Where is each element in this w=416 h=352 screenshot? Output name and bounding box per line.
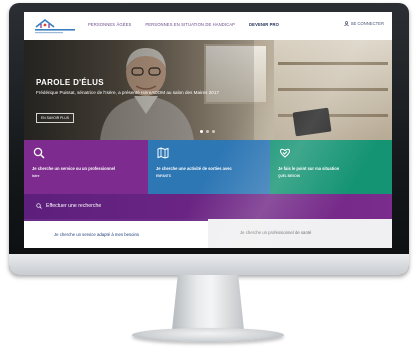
carousel-dot[interactable] <box>206 130 209 133</box>
tile-assess-situation[interactable]: Je fais le point sur ma situation QUEL BE… <box>270 140 392 194</box>
carousel-dot[interactable] <box>212 130 215 133</box>
user-icon <box>343 21 349 26</box>
tile-assess-situation-label: Je fais le point sur ma situation <box>278 166 340 171</box>
tile-find-activity[interactable]: Je cherche une activité de sorties avec E… <box>148 140 270 194</box>
tab-service-adapte-label: Je cherche un service adapté à mes besoi… <box>54 232 140 237</box>
website-screen: PERSONNES ÂGÉES PERSONNES EN SITUATION D… <box>24 12 392 248</box>
tab-professionnel-sante-label: Je cherche un professionnel de santé <box>240 230 312 235</box>
site-header: PERSONNES ÂGÉES PERSONNES EN SITUATION D… <box>24 12 392 40</box>
carousel-dots <box>200 130 215 133</box>
tile-find-service-sub: Isère <box>32 174 40 179</box>
search-icon <box>36 203 42 209</box>
hero-title: PAROLE D'ÉLUS <box>36 78 104 87</box>
hero-carousel[interactable]: PAROLE D'ÉLUS Frédérique Puissat, sénatr… <box>24 40 392 140</box>
isereadom-logo[interactable] <box>32 16 78 36</box>
monitor-scene: PERSONNES ÂGÉES PERSONNES EN SITUATION D… <box>0 0 416 352</box>
monitor-stand-neck <box>172 275 244 330</box>
search-band[interactable]: Effectuer une recherche <box>24 194 392 219</box>
carousel-dot[interactable] <box>200 130 203 133</box>
monitor-stand-base <box>132 328 284 342</box>
nav-item-handicap[interactable]: PERSONNES EN SITUATION DE HANDICAP <box>145 22 235 27</box>
hero-subtitle: Frédérique Puissat, sénatrice de l'Isère… <box>36 90 219 95</box>
heart-hands-icon <box>279 148 291 158</box>
map-icon <box>157 147 169 159</box>
tile-find-activity-sub: ENFANTS <box>156 174 171 179</box>
tile-assess-situation-sub: QUEL BESOIN <box>278 174 300 179</box>
search-band-label: Effectuer une recherche <box>46 203 102 209</box>
nav-item-devenir-pro[interactable]: DEVENIR PRO <box>249 22 279 27</box>
search-tabs: Je cherche un service adapté à mes besoi… <box>24 219 392 248</box>
tile-find-service[interactable]: Je cherche un service ou un professionne… <box>24 140 148 194</box>
tab-professionnel-sante[interactable]: Je cherche un professionnel de santé <box>208 219 392 248</box>
tab-service-adapte[interactable]: Je cherche un service adapté à mes besoi… <box>24 219 208 248</box>
login-label: SE CONNECTER <box>350 21 384 26</box>
tile-find-service-label: Je cherche un service ou un professionne… <box>32 166 116 171</box>
hero-more-button[interactable]: EN SAVOIR PLUS <box>36 113 75 123</box>
login-link[interactable]: SE CONNECTER <box>343 21 384 26</box>
search-icon <box>33 147 45 159</box>
nav-item-personnes-agees[interactable]: PERSONNES ÂGÉES <box>88 22 131 27</box>
monitor-chin <box>9 254 409 275</box>
tablet-device <box>292 107 332 137</box>
tile-find-activity-label: Je cherche une activité de sorties avec <box>156 166 232 171</box>
main-nav: PERSONNES ÂGÉES PERSONNES EN SITUATION D… <box>88 22 279 27</box>
